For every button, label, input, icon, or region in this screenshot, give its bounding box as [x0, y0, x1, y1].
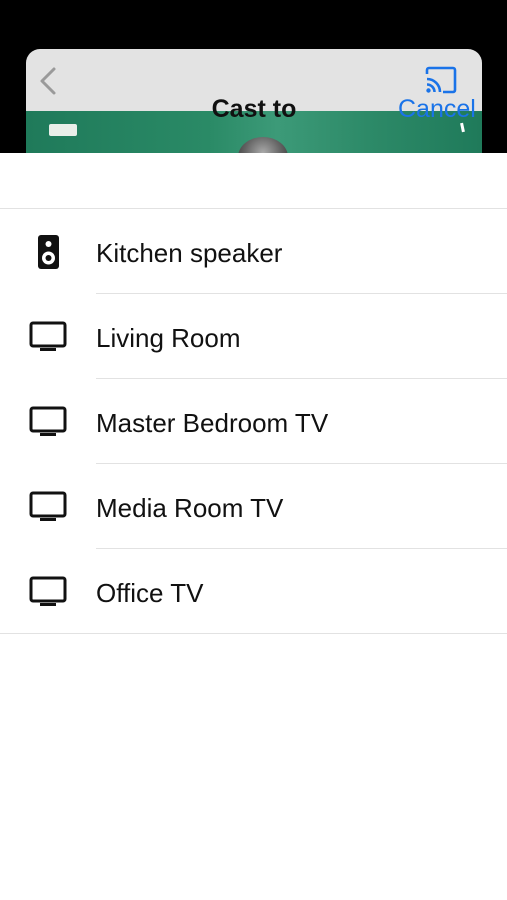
tv-icon — [29, 491, 67, 521]
device-label: Office TV — [96, 578, 204, 608]
header-card: Cast to Cancel — [26, 49, 482, 153]
cast-icon[interactable] — [424, 65, 458, 95]
tv-icon — [29, 406, 67, 436]
tv-icon — [29, 576, 67, 606]
device-item-living-room[interactable]: Living Room — [0, 294, 507, 379]
device-item-master-bedroom-tv[interactable]: Master Bedroom TV — [0, 379, 507, 464]
device-label: Media Room TV — [96, 493, 284, 523]
speaker-icon — [38, 235, 59, 269]
device-item-kitchen-speaker[interactable]: Kitchen speaker — [0, 209, 507, 294]
video-person — [238, 137, 288, 153]
device-item-office-tv[interactable]: Office TV — [0, 549, 507, 634]
device-label: Kitchen speaker — [96, 238, 283, 268]
tv-icon — [29, 321, 67, 351]
device-item-media-room-tv[interactable]: Media Room TV — [0, 464, 507, 549]
divider — [0, 633, 507, 634]
video-mark — [460, 122, 465, 133]
device-list: Kitchen speaker Living Room Master Bedro… — [0, 209, 507, 634]
device-label: Master Bedroom TV — [96, 408, 329, 438]
device-label: Living Room — [96, 323, 241, 353]
background-app-area: Cast to Cancel — [0, 0, 507, 153]
cancel-button[interactable]: Cancel — [398, 95, 476, 123]
video-channel-badge — [49, 124, 77, 136]
back-chevron-icon[interactable] — [36, 65, 62, 97]
